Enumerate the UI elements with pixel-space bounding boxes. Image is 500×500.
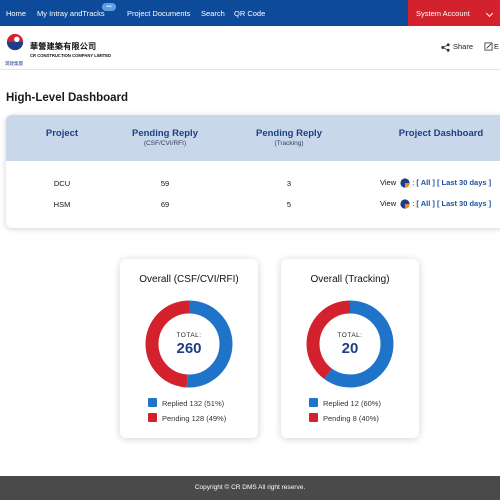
top-nav: Home My Intray andTracks ••• Project Doc…: [0, 0, 500, 26]
cell-pending-tracking: 5: [286, 200, 292, 209]
chart-title: Overall (CSF/CVI/RFI): [139, 274, 239, 285]
view-all-link[interactable]: [ All ]: [416, 178, 434, 187]
total-value: 260: [176, 340, 201, 357]
nav-project-documents[interactable]: Project Documents: [127, 0, 190, 26]
header-project-dashboard: Project Dashboard: [398, 128, 484, 139]
legend-swatch-blue: [309, 398, 318, 407]
header-pending-csf: Pending Reply (CSF/CVI/RFI): [132, 128, 198, 147]
legend-swatch-red: [309, 413, 318, 422]
project-summary-table: Project Pending Reply (CSF/CVI/RFI) Pendi…: [6, 115, 500, 228]
cell-pending-csf: 69: [160, 200, 170, 209]
legend-swatch-blue: [148, 398, 157, 407]
system-account-menu[interactable]: System Account: [408, 0, 500, 26]
table-header: Project Pending Reply (CSF/CVI/RFI) Pendi…: [6, 115, 500, 161]
toolbar-second-label[interactable]: E: [494, 42, 499, 51]
legend-pending: Pending 8 (40%): [309, 413, 379, 423]
chart-card-csf: Overall (CSF/CVI/RFI) TOTAL: 260 Replied…: [120, 259, 258, 438]
cell-project: HSM: [53, 200, 71, 209]
header-project: Project: [45, 128, 79, 139]
view-last-30-days-link[interactable]: [ Last 30 days ]: [437, 199, 491, 208]
cell-pending-csf: 59: [160, 179, 170, 188]
donut-chart: TOTAL: 260: [145, 300, 233, 388]
share-button[interactable]: Share: [453, 42, 473, 51]
view-last-30-days-link[interactable]: [ Last 30 days ]: [437, 178, 491, 187]
cell-project: DCU: [53, 179, 71, 188]
cell-pending-tracking: 3: [286, 179, 292, 188]
dashboard-icon[interactable]: [400, 199, 410, 209]
total-value: 20: [342, 340, 359, 357]
total-label: TOTAL:: [176, 332, 201, 339]
view-label: View: [380, 199, 397, 208]
legend-pending: Pending 128 (49%): [148, 413, 226, 423]
chart-card-tracking: Overall (Tracking) TOTAL: 20 Replied 12 …: [281, 259, 419, 438]
chevron-down-icon: [485, 9, 494, 18]
total-label: TOTAL:: [337, 332, 362, 339]
nav-qr-code[interactable]: QR Code: [234, 0, 265, 26]
legend-replied: Replied 12 (60%): [309, 398, 381, 408]
view-all-link[interactable]: [ All ]: [416, 199, 434, 208]
company-name-english: CR CONSTRUCTION COMPANY LIMITED: [30, 53, 112, 58]
header-pending-tracking: Pending Reply (Tracking): [256, 128, 322, 147]
company-name-chinese: 華營建築有限公司: [30, 42, 97, 51]
share-icon[interactable]: [441, 43, 450, 52]
nav-home[interactable]: Home: [6, 0, 26, 26]
nav-my-intray[interactable]: My Intray andTracks: [37, 0, 105, 26]
row-view-links: View : [ All ] [ Last 30 days ]: [380, 178, 492, 188]
footer: Copyright © CR DMS All right reserve.: [0, 476, 500, 500]
legend-swatch-red: [148, 413, 157, 422]
chart-title: Overall (Tracking): [310, 274, 390, 285]
nav-search[interactable]: Search: [201, 0, 225, 26]
company-logo-icon[interactable]: [6, 33, 24, 51]
row-view-links: View : [ All ] [ Last 30 days ]: [380, 199, 492, 209]
dashboard-icon[interactable]: [400, 178, 410, 188]
view-label: View: [380, 178, 397, 187]
logo-subtitle: 潤建集團: [5, 61, 23, 66]
system-account-label: System Account: [416, 9, 470, 18]
edit-icon[interactable]: [484, 42, 493, 51]
notification-badge[interactable]: •••: [102, 3, 116, 11]
donut-chart: TOTAL: 20: [306, 300, 394, 388]
legend-replied: Replied 132 (51%): [148, 398, 224, 408]
page-title: High-Level Dashboard: [6, 92, 129, 104]
